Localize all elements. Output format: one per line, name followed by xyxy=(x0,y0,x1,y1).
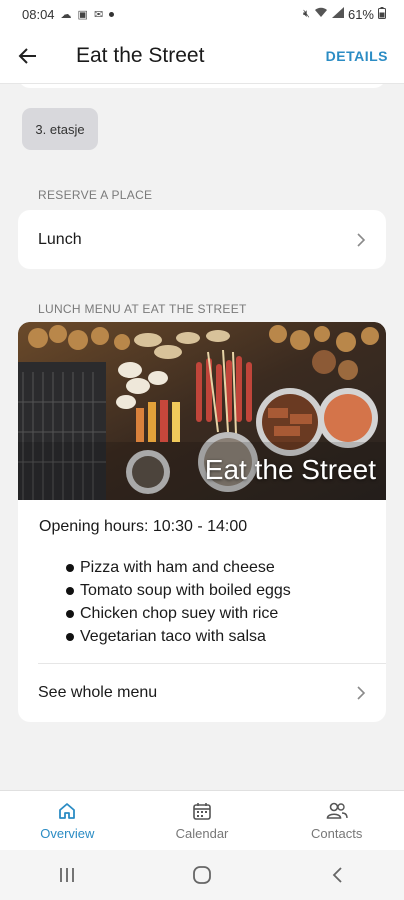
contacts-icon xyxy=(326,802,348,819)
lunch-menu-card: Eat the Street Opening hours: 10:30 - 14… xyxy=(18,322,386,722)
chevron-right-icon xyxy=(357,232,366,247)
system-navigation-bar xyxy=(0,850,404,900)
arrow-left-icon xyxy=(18,47,36,64)
recent-apps-button[interactable] xyxy=(37,855,97,895)
list-item: Pizza with ham and cheese xyxy=(66,556,291,579)
nav-calendar-label: Calendar xyxy=(175,825,229,841)
reserve-section-label: RESERVE A PLACE xyxy=(38,188,153,202)
bottom-navigation: Overview Calendar Contacts xyxy=(0,790,404,850)
details-button[interactable]: DETAILS xyxy=(326,48,388,64)
notification-dot-icon xyxy=(109,11,115,17)
nav-contacts-label: Contacts xyxy=(311,825,363,841)
menu-item-text: Tomato soup with boiled eggs xyxy=(80,581,291,599)
list-item: Chicken chop suey with rice xyxy=(66,602,291,625)
menu-list: Pizza with ham and cheese Tomato soup wi… xyxy=(66,556,291,648)
bullet-icon xyxy=(66,563,74,572)
image-icon: ▣ xyxy=(77,8,88,21)
reserve-lunch-item[interactable]: Lunch xyxy=(18,210,386,269)
chevron-left-icon xyxy=(332,867,342,883)
hero-title: Eat the Street xyxy=(204,454,376,485)
home-button[interactable] xyxy=(172,855,232,895)
mute-icon: 🔇︎ xyxy=(303,7,310,20)
reserve-lunch-label: Lunch xyxy=(38,230,82,248)
see-whole-menu-button[interactable]: See whole menu xyxy=(18,664,386,722)
page-title: Eat the Street xyxy=(76,43,205,67)
previous-card xyxy=(18,84,386,88)
bullet-icon xyxy=(66,609,74,618)
app-bar: Eat the Street DETAILS xyxy=(0,28,404,84)
floor-chip: 3. etasje xyxy=(22,108,98,150)
menu-item-text: Chicken chop suey with rice xyxy=(80,604,279,622)
main-content[interactable]: 3. etasje RESERVE A PLACE Lunch LUNCH ME… xyxy=(0,84,404,790)
battery-percent: 61% xyxy=(347,6,374,22)
calendar-icon xyxy=(193,802,211,820)
status-right: 🔇︎ 61% xyxy=(303,6,386,22)
menu-section-label: LUNCH MENU AT EAT THE STREET xyxy=(38,302,247,316)
cloud-icon: ☁ xyxy=(60,8,72,21)
nav-overview-label: Overview xyxy=(40,825,95,841)
nav-overview[interactable]: Overview xyxy=(0,791,135,850)
status-bar: 08:04 ☁ ▣ ✉ 🔇︎ 61% xyxy=(0,0,404,28)
recent-apps-icon xyxy=(60,868,75,882)
menu-item-text: Pizza with ham and cheese xyxy=(80,558,275,576)
bullet-icon xyxy=(66,632,74,641)
nav-contacts[interactable]: Contacts xyxy=(269,791,404,850)
menu-item-text: Vegetarian taco with salsa xyxy=(80,627,266,645)
bullet-icon xyxy=(66,586,74,595)
list-item: Tomato soup with boiled eggs xyxy=(66,579,291,602)
wifi-icon xyxy=(314,7,328,21)
list-item: Vegetarian taco with salsa xyxy=(66,625,291,648)
status-time: 08:04 xyxy=(22,6,55,22)
home-circle-icon xyxy=(193,866,211,884)
see-whole-menu-label: See whole menu xyxy=(38,684,158,701)
back-button[interactable] xyxy=(0,28,56,84)
restaurant-hero-image: Eat the Street xyxy=(18,322,386,500)
status-left: 08:04 ☁ ▣ ✉ xyxy=(22,6,115,22)
system-back-button[interactable] xyxy=(307,855,367,895)
signal-icon xyxy=(331,7,344,21)
home-icon xyxy=(59,802,76,819)
chevron-right-icon xyxy=(357,686,366,700)
battery-icon xyxy=(378,6,386,22)
nav-calendar[interactable]: Calendar xyxy=(135,791,270,850)
opening-hours: Opening hours: 10:30 - 14:00 xyxy=(39,518,248,535)
mail-icon: ✉ xyxy=(93,8,104,21)
